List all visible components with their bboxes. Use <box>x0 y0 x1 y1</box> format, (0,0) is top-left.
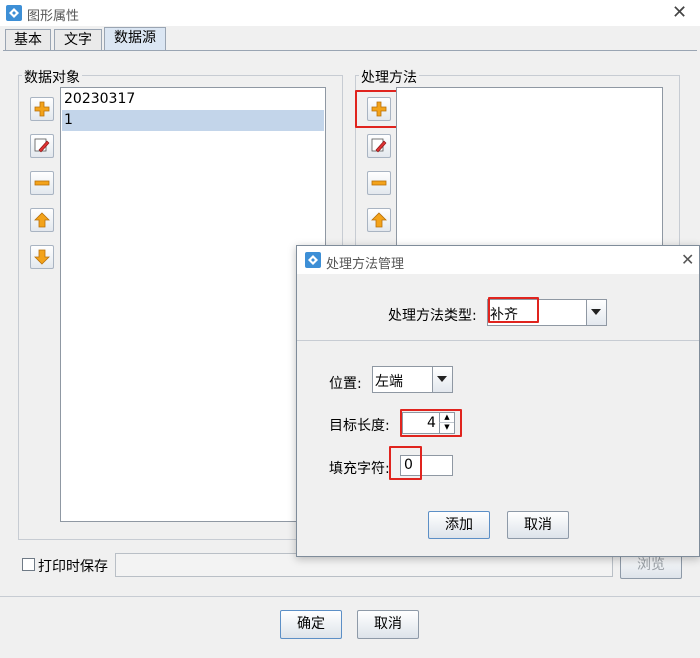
arrow-down-icon <box>34 249 50 265</box>
minus-icon <box>371 180 387 186</box>
print-save-checkbox[interactable] <box>22 558 35 571</box>
remove-process-method-button[interactable] <box>367 171 391 195</box>
tab-basic-label: 基本 <box>14 32 42 48</box>
dialog-cancel-button[interactable]: 取消 <box>507 511 569 539</box>
highlight-fill-char <box>389 446 422 480</box>
tab-data-source-label: 数据源 <box>114 30 156 46</box>
fill-char-label: 填充字符: <box>329 461 390 477</box>
dialog-title: 处理方法管理 <box>326 257 405 272</box>
tab-strip-divider <box>3 50 697 51</box>
chevron-down-icon[interactable] <box>432 367 452 392</box>
highlight-target-length <box>400 409 462 437</box>
chevron-down-icon[interactable] <box>586 300 606 325</box>
tab-data-source[interactable]: 数据源 <box>104 27 166 51</box>
position-label: 位置: <box>329 376 362 392</box>
minus-icon <box>34 180 50 186</box>
dialog-cancel-button-label: 取消 <box>524 517 552 533</box>
add-button[interactable]: 添加 <box>428 511 490 539</box>
data-objects-list[interactable]: 20230317 1 <box>60 87 326 522</box>
ok-button-label: 确定 <box>297 616 325 632</box>
close-icon[interactable]: ✕ <box>681 250 694 269</box>
target-length-label: 目标长度: <box>329 418 390 434</box>
list-item-selected[interactable]: 1 <box>62 110 324 131</box>
tab-text-label: 文字 <box>64 32 92 48</box>
data-objects-label: 数据对象 <box>22 67 82 87</box>
window-title: 图形属性 <box>27 9 80 24</box>
position-value: 左端 <box>375 374 403 390</box>
list-item[interactable]: 20230317 <box>62 89 324 110</box>
add-data-object-button[interactable] <box>30 97 54 121</box>
add-button-label: 添加 <box>445 517 473 533</box>
window-title-bar: 图形属性 ✕ <box>0 0 700 26</box>
process-method-dialog: 处理方法管理 ✕ 处理方法类型: 补齐 位置: 左端 目标长度: 4 ▲ ▼ 填… <box>296 245 700 557</box>
app-icon <box>305 252 321 268</box>
remove-data-object-button[interactable] <box>30 171 54 195</box>
tab-basic[interactable]: 基本 <box>5 29 51 51</box>
arrow-up-icon <box>371 212 387 228</box>
edit-process-method-button[interactable] <box>367 134 391 158</box>
edit-icon <box>34 138 50 153</box>
plus-icon <box>34 101 50 117</box>
browse-button-label: 浏览 <box>637 557 665 573</box>
close-icon[interactable]: ✕ <box>672 2 687 23</box>
process-methods-label: 处理方法 <box>359 67 419 87</box>
tab-text[interactable]: 文字 <box>54 29 102 51</box>
highlight-add-method <box>355 90 400 128</box>
dialog-title-bar: 处理方法管理 ✕ <box>297 246 699 274</box>
cancel-button-label: 取消 <box>374 616 402 632</box>
app-icon <box>6 5 22 21</box>
footer-divider <box>0 596 700 597</box>
cancel-button[interactable]: 取消 <box>357 610 419 639</box>
edit-data-object-button[interactable] <box>30 134 54 158</box>
method-type-label: 处理方法类型: <box>388 308 477 324</box>
move-up-process-method-button[interactable] <box>367 208 391 232</box>
print-save-label: 打印时保存 <box>38 559 108 575</box>
arrow-up-icon <box>34 212 50 228</box>
edit-icon <box>371 138 387 153</box>
dialog-divider <box>297 340 699 341</box>
move-down-data-object-button[interactable] <box>30 245 54 269</box>
highlight-method-type <box>488 297 539 323</box>
position-select[interactable]: 左端 <box>372 366 453 393</box>
ok-button[interactable]: 确定 <box>280 610 342 639</box>
move-up-data-object-button[interactable] <box>30 208 54 232</box>
